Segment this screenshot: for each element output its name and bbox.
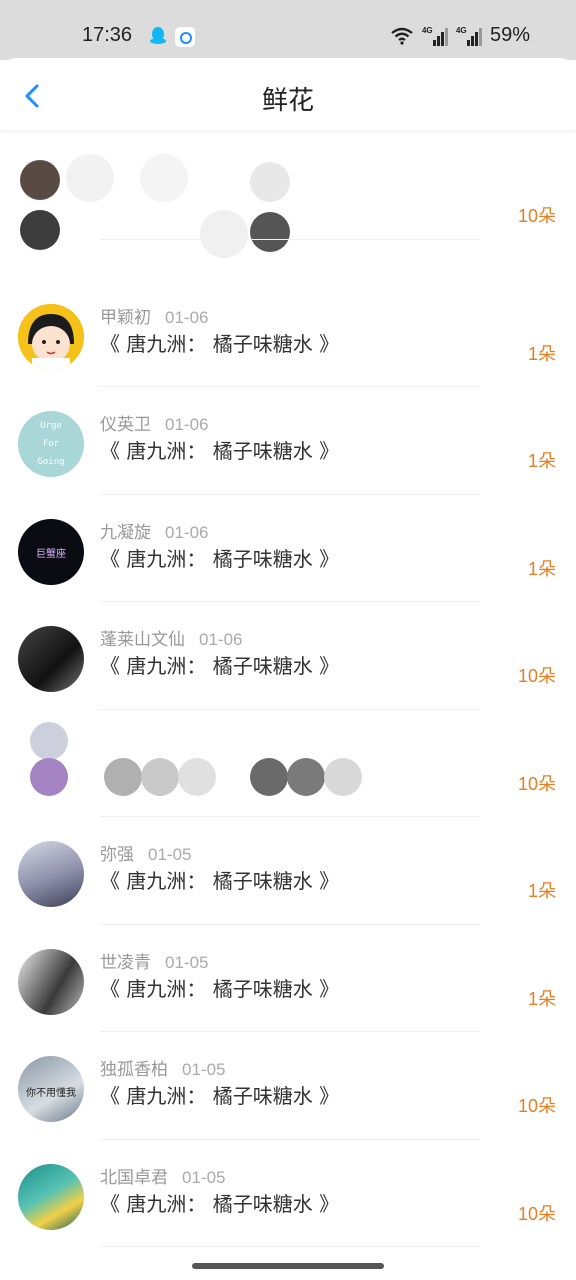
flower-count: 1朵 [527, 988, 556, 1009]
wifi-icon [391, 27, 413, 45]
date: 01-05 [148, 845, 192, 864]
list-item[interactable]: 弥强 01-05 《 唐九洲： 橘子味糖水 》 1朵 [0, 817, 576, 925]
book-title: 《 唐九洲： 橘子味糖水 》 [100, 331, 340, 356]
avatar[interactable] [18, 626, 84, 692]
avatar[interactable] [18, 948, 84, 1015]
list-item[interactable]: 世凌青 01-05 《 唐九洲： 橘子味糖水 》 1朵 [0, 925, 576, 1032]
avatar[interactable] [18, 1163, 84, 1230]
date: 01-06 [165, 522, 209, 542]
avatar-label: 巨蟹座 [36, 548, 66, 560]
book-title: 《 唐九洲： 橘子味糖水 》 [100, 654, 340, 678]
flower-count: 10朵 [517, 666, 556, 686]
flower-count: 1朵 [527, 343, 556, 364]
flower-count: 1朵 [527, 451, 556, 471]
book-title: 《 唐九洲： 橘子味糖水 》 [100, 869, 340, 893]
status-time: 17:36 [82, 24, 133, 46]
list-item[interactable]: 10朵 [0, 710, 576, 817]
nav-header: 鲜花 [0, 58, 576, 130]
flower-count: 10朵 [517, 773, 556, 794]
list-item[interactable]: 北国卓君 01-05 《 唐九洲： 橘子味糖水 》 10朵 [0, 1140, 576, 1247]
avatar[interactable] [18, 303, 84, 370]
status-bar: 17:36 4G 4G 59% [0, 0, 576, 60]
book-title: 《 唐九洲： 橘子味糖水 》 [100, 1191, 340, 1216]
list-item[interactable]: 你不用懂我 独孤香柏 01-05 《 唐九洲： 橘子味糖水 》 10朵 [0, 1032, 576, 1140]
book-title: 《 唐九洲： 橘子味糖水 》 [100, 1084, 340, 1108]
battery-level: 59% [489, 24, 530, 46]
qq-icon [150, 27, 166, 44]
list-item[interactable]: Urge For Going 仪英卫 01-06 《 唐九洲： 橘子味糖水 》 1… [0, 387, 576, 495]
date: 01-05 [165, 952, 209, 972]
book-title: 《 唐九洲： 橘子味糖水 》 [100, 439, 340, 463]
avatar-label: For [42, 439, 60, 449]
book-title: 《 唐九洲： 橘子味糖水 》 [100, 546, 340, 571]
book-title: 《 唐九洲： 橘子味糖水 》 [100, 976, 340, 1001]
date: 01-06 [199, 630, 243, 649]
date: 01-06 [165, 415, 209, 434]
flower-count: 10朵 [517, 1096, 556, 1116]
user-name: 北国卓君 [100, 1167, 168, 1188]
flower-count: 10朵 [517, 1203, 556, 1224]
user-name: 仪英卫 [100, 415, 151, 435]
date: 01-05 [182, 1060, 226, 1079]
app-notification-icon [175, 27, 195, 47]
cartoon-avatar-icon [18, 303, 84, 370]
user-name: 弥强 [100, 845, 134, 865]
avatar[interactable]: Urge For Going [18, 411, 84, 477]
page-title: 鲜花 [261, 86, 314, 116]
flower-list: 10朵 甲颖初 01-06 《 唐九洲： 橘子味糖水 》 1朵 Urge For… [0, 112, 576, 1247]
list-item[interactable]: 蓬莱山文仙 01-06 《 唐九洲： 橘子味糖水 》 10朵 [0, 602, 576, 710]
user-name: 甲颖初 [100, 307, 151, 328]
flower-count: 10朵 [517, 206, 556, 226]
avatar-label: Going [37, 457, 65, 467]
avatar[interactable]: 巨蟹座 [18, 518, 84, 585]
home-indicator[interactable] [192, 1263, 384, 1269]
signal-icon: 4G [422, 26, 448, 46]
avatar-label: Urge [40, 421, 62, 431]
user-name: 九凝旋 [100, 522, 151, 543]
list-item[interactable]: 甲颖初 01-06 《 唐九洲： 橘子味糖水 》 1朵 [0, 280, 576, 387]
date: 01-05 [182, 1167, 226, 1187]
list-item[interactable]: 巨蟹座 九凝旋 01-06 《 唐九洲： 橘子味糖水 》 1朵 [0, 495, 576, 602]
flower-count: 1朵 [527, 881, 556, 901]
date: 01-06 [165, 307, 209, 327]
user-name: 蓬莱山文仙 [100, 630, 185, 650]
avatar[interactable]: 你不用懂我 [18, 1056, 84, 1122]
flower-count: 1朵 [527, 558, 556, 579]
user-name: 独孤香柏 [100, 1060, 168, 1080]
user-name: 世凌青 [100, 952, 151, 973]
signal-icon-2: 4G [456, 26, 482, 46]
avatar-label: 你不用懂我 [26, 1088, 76, 1099]
avatar[interactable] [18, 841, 84, 907]
